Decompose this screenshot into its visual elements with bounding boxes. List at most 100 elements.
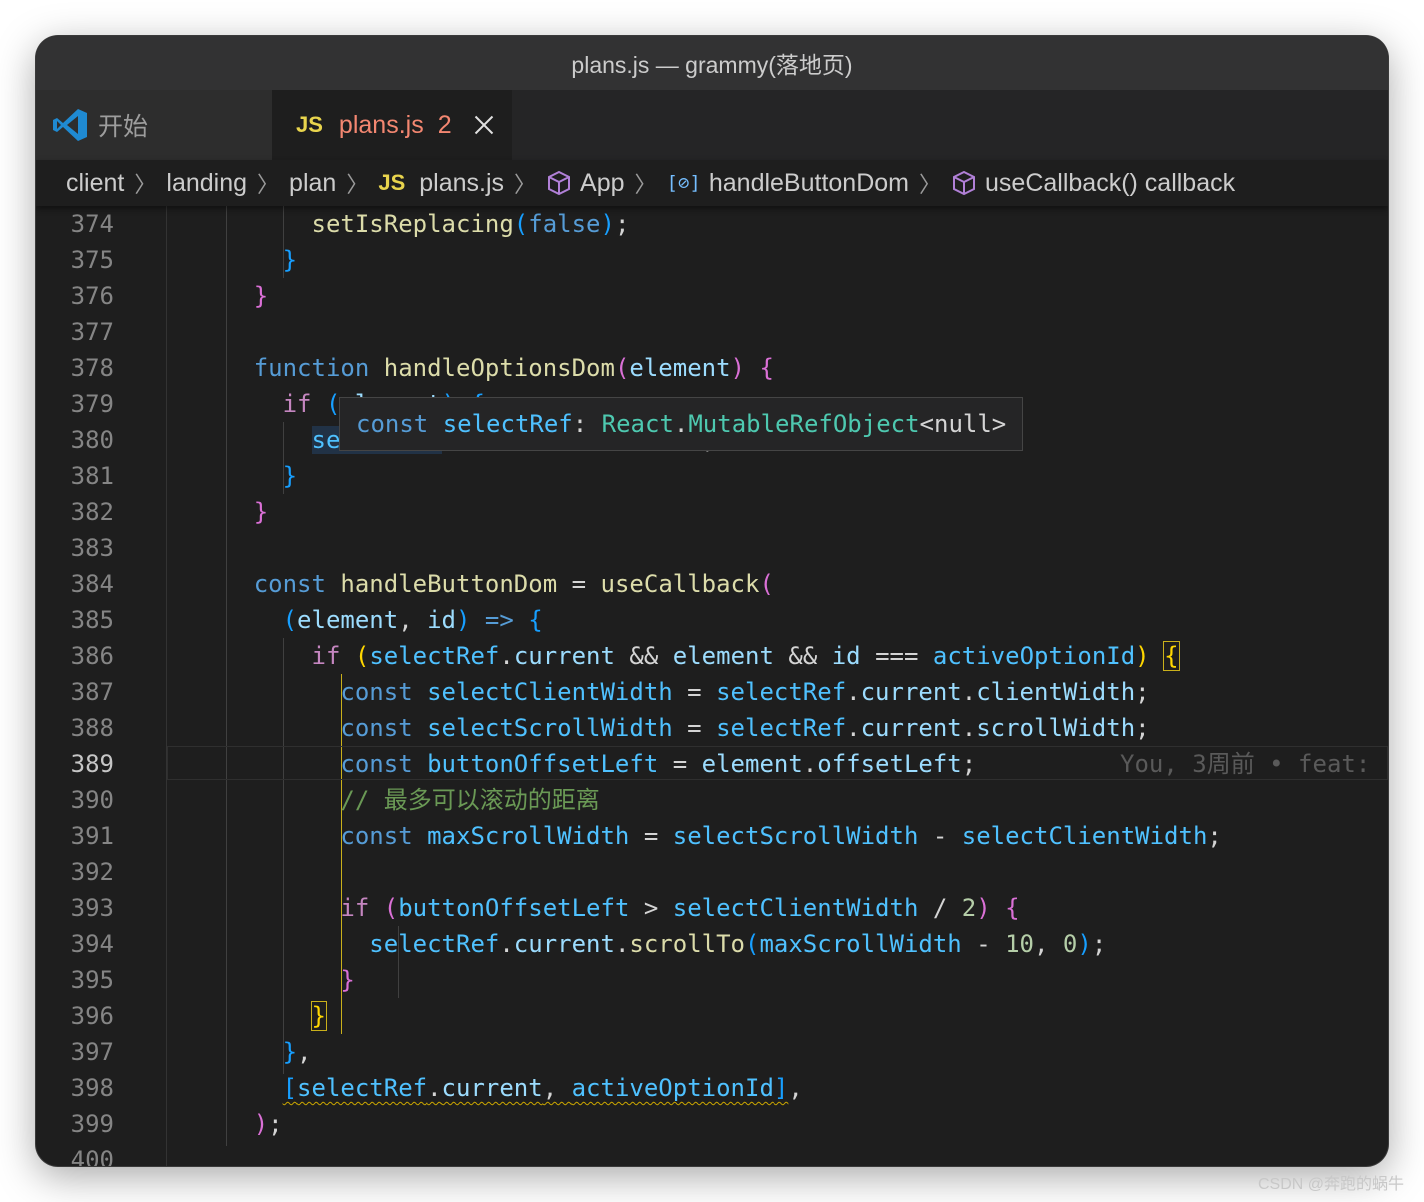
- code-text: const maxScrollWidth = selectScrollWidth…: [340, 822, 1222, 850]
- hover-type: MutableRefObject: [688, 410, 920, 438]
- code-text: const selectScrollWidth = selectRef.curr…: [340, 714, 1150, 742]
- breadcrumb-item-plan[interactable]: plan: [289, 169, 336, 198]
- code-line: 393 if (buttonOffsetLeft > selectClientW…: [36, 890, 1388, 926]
- breadcrumb-label: plans.js: [419, 168, 505, 197]
- code-line: 387 const selectClientWidth = selectRef.…: [36, 674, 1388, 710]
- breadcrumb-item-file[interactable]: JS plans.js: [378, 169, 504, 198]
- line-number: 387: [70, 678, 114, 706]
- code-line: 392: [36, 854, 1388, 890]
- line-number: 375: [70, 246, 114, 274]
- line-number: 396: [70, 1002, 114, 1030]
- line-number: 381: [70, 462, 114, 490]
- line-number: 384: [70, 570, 114, 598]
- line-number: 383: [70, 534, 114, 562]
- code-line: 396 }: [36, 998, 1388, 1034]
- js-file-icon: JS: [378, 170, 406, 195]
- code-line: 391 const maxScrollWidth = selectScrollW…: [36, 818, 1388, 854]
- breadcrumb-item-usecallback[interactable]: useCallback() callback: [951, 169, 1235, 198]
- line-number: 395: [70, 966, 114, 994]
- line-number: 392: [70, 858, 114, 886]
- git-blame-annotation[interactable]: You, 3周前 • feat:: [1120, 746, 1370, 782]
- line-number: 400: [70, 1146, 114, 1166]
- line-number: 376: [70, 282, 114, 310]
- breadcrumb-item-landing[interactable]: landing: [166, 169, 247, 198]
- js-file-icon: JS: [296, 112, 323, 137]
- tab-plans-js[interactable]: JS plans.js 2: [272, 90, 512, 160]
- code-line: 399 );: [36, 1106, 1388, 1142]
- code-line: 384 const handleButtonDom = useCallback(: [36, 566, 1388, 602]
- editor-window: plans.js — grammy(落地页) 开始 JS plans.js 2 …: [36, 36, 1388, 1166]
- breadcrumb: client 〉 landing 〉 plan 〉 JS plans.js 〉 …: [36, 160, 1388, 206]
- line-number: 399: [70, 1110, 114, 1138]
- line-number: 378: [70, 354, 114, 382]
- breadcrumb-label: useCallback() callback: [985, 168, 1236, 197]
- symbol-method-icon: [951, 170, 977, 196]
- hover-namespace: React: [601, 410, 674, 438]
- code-line: 378 function handleOptionsDom(element) {: [36, 350, 1388, 386]
- breadcrumb-label: App: [580, 168, 625, 197]
- hover-tooltip: const selectRef: React.MutableRefObject<…: [339, 397, 1024, 451]
- code-line: 395 }: [36, 962, 1388, 998]
- symbol-variable-icon: [⊘]: [666, 172, 701, 194]
- code-text: }: [340, 966, 355, 994]
- hover-name: selectRef: [442, 410, 573, 438]
- code-text: if (selectRef.current && element && id =…: [311, 641, 1180, 671]
- code-line: 390 // 最多可以滚动的距离: [36, 782, 1388, 818]
- line-number: 389: [70, 750, 114, 778]
- close-icon[interactable]: [474, 115, 494, 135]
- code-line: 388 const selectScrollWidth = selectRef.…: [36, 710, 1388, 746]
- code-line: 377: [36, 314, 1388, 350]
- line-number: 390: [70, 786, 114, 814]
- code-text: // 最多可以滚动的距离: [167, 782, 600, 818]
- code-text: (element, id) => {: [282, 606, 543, 634]
- code-line: 385 (element, id) => {: [36, 602, 1388, 638]
- vscode-logo-icon: [53, 109, 87, 141]
- breadcrumb-item-client[interactable]: client: [66, 169, 124, 198]
- code-text: [selectRef.current, activeOptionId],: [282, 1074, 803, 1102]
- code-text: const buttonOffsetLeft = element.offsetL…: [340, 750, 977, 778]
- code-text: const handleButtonDom = useCallback(: [253, 570, 774, 598]
- code-text: if (buttonOffsetLeft > selectClientWidth…: [340, 894, 1020, 922]
- code-text: }: [282, 462, 298, 490]
- code-text: }: [282, 246, 298, 274]
- line-number: 382: [70, 498, 114, 526]
- line-number: 386: [70, 642, 114, 670]
- breadcrumb-label: client: [66, 168, 125, 197]
- breadcrumb-item-handlebuttondom[interactable]: [⊘] handleButtonDom: [667, 169, 909, 198]
- tab-start[interactable]: 开始: [36, 90, 272, 160]
- code-editor[interactable]: 374 setIsReplacing(false); 375 } 376 } 3…: [36, 206, 1388, 1166]
- line-number: 391: [70, 822, 114, 850]
- code-line: 382 }: [36, 494, 1388, 530]
- code-line: 381 }: [36, 458, 1388, 494]
- chevron-right-icon: 〉: [634, 172, 657, 197]
- hover-generic: <null>: [919, 410, 1007, 438]
- code-line: 374 setIsReplacing(false);: [36, 206, 1388, 242]
- tab-start-label: 开始: [98, 113, 149, 141]
- line-number: 398: [70, 1074, 114, 1102]
- chevron-right-icon: 〉: [919, 172, 942, 197]
- code-line-active: 389 const buttonOffsetLeft = element.off…: [36, 746, 1388, 782]
- breadcrumb-label: landing: [166, 168, 248, 197]
- chevron-right-icon: 〉: [514, 172, 537, 197]
- window-title: plans.js — grammy(落地页): [571, 52, 853, 78]
- code-text: function handleOptionsDom(element) {: [253, 354, 774, 382]
- code-text: },: [282, 1038, 312, 1066]
- line-number: 385: [70, 606, 114, 634]
- code-line: 394 selectRef.current.scrollTo(maxScroll…: [36, 926, 1388, 962]
- problem-count-badge: 2: [437, 110, 452, 139]
- line-number: 397: [70, 1038, 114, 1066]
- line-number: 380: [70, 426, 114, 454]
- title-bar: plans.js — grammy(落地页): [36, 36, 1388, 90]
- line-number: 394: [70, 930, 114, 958]
- code-comment: // 最多可以滚动的距离: [340, 786, 600, 814]
- code-line: 376 }: [36, 278, 1388, 314]
- code-text: selectRef.current.scrollTo(maxScrollWidt…: [369, 930, 1107, 958]
- watermark: CSDN @奔跑的蜗牛: [1257, 1176, 1404, 1193]
- breadcrumb-item-app[interactable]: App: [546, 168, 625, 198]
- breadcrumb-label: plan: [289, 168, 337, 197]
- code-line: 397 },: [36, 1034, 1388, 1070]
- line-number: 379: [70, 390, 114, 418]
- code-text: }: [310, 1001, 327, 1031]
- code-text: const selectClientWidth = selectRef.curr…: [340, 678, 1150, 706]
- code-line: 375 }: [36, 242, 1388, 278]
